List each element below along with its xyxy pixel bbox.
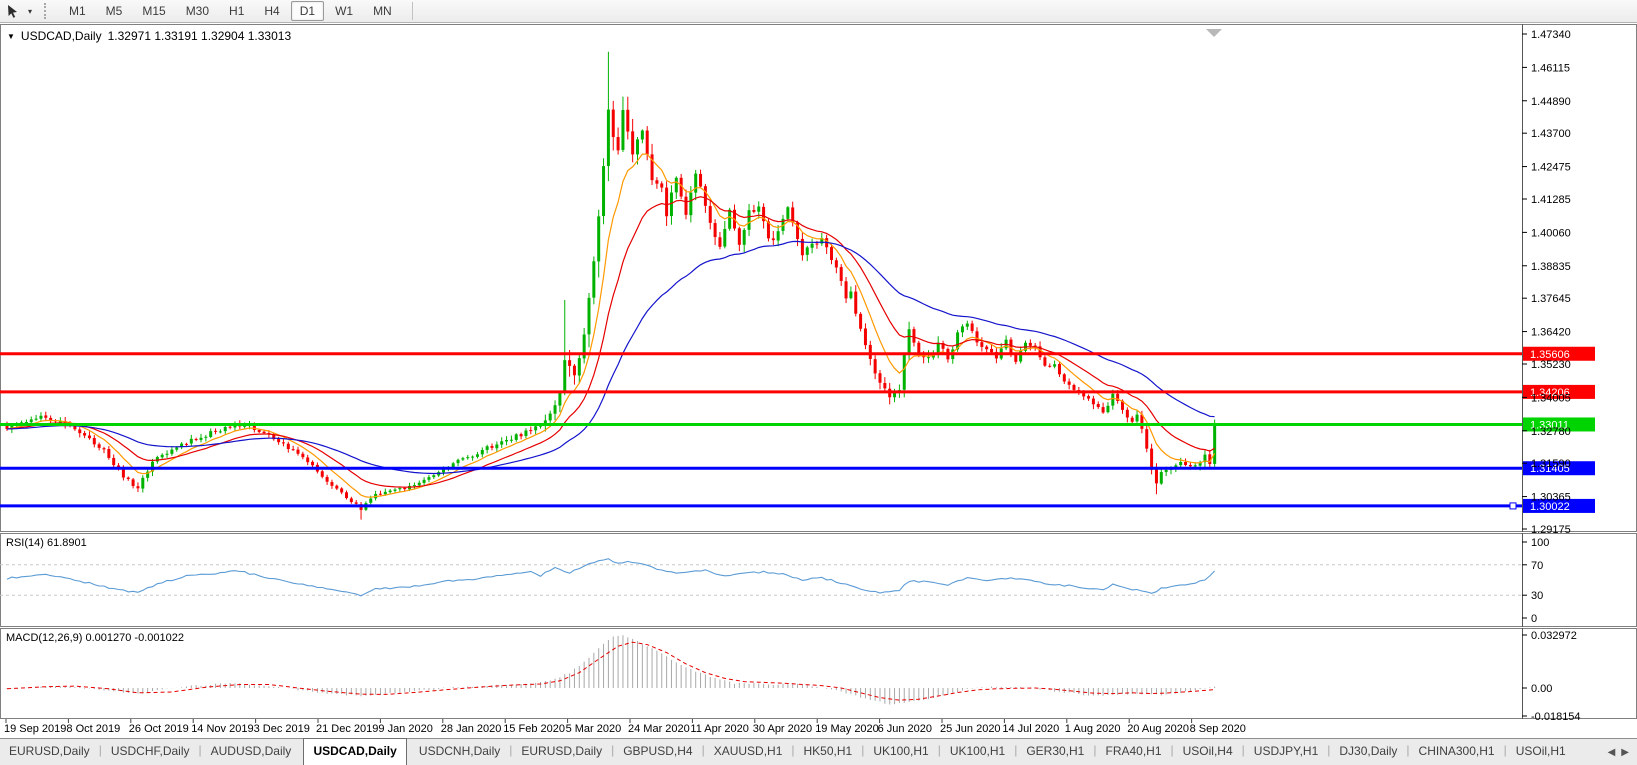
svg-text:1.29175: 1.29175	[1531, 524, 1571, 536]
tab-USOil-H1[interactable]: USOil,H1	[1507, 739, 1575, 765]
timeframe-button-M30[interactable]: M30	[177, 1, 218, 21]
date-label: 24 Mar 2020	[628, 723, 690, 735]
tab-USDCNH-Daily[interactable]: USDCNH,Daily	[410, 739, 509, 765]
chart-tab-bar: EURUSD,Daily|USDCHF,Daily|AUDUSD,Daily|U…	[0, 738, 1637, 765]
tabs-scroll-left-icon[interactable]: ◀	[1608, 747, 1616, 758]
date-label: 25 Jun 2020	[940, 723, 1001, 735]
svg-text:1.34005: 1.34005	[1531, 392, 1571, 404]
chart-symbol-label: USDCAD,Daily	[21, 29, 102, 43]
tab-USOil-H4[interactable]: USOil,H4	[1174, 739, 1242, 765]
date-label: 3 Dec 2019	[254, 723, 310, 735]
tab-UK100-H1[interactable]: UK100,H1	[864, 739, 937, 765]
chart-ohlc-values: 1.32971 1.33191 1.32904 1.33013	[108, 29, 292, 43]
svg-text:1.32780: 1.32780	[1531, 426, 1571, 438]
tab-HK50-H1[interactable]: HK50,H1	[795, 739, 862, 765]
toolbar-separator	[412, 2, 413, 20]
date-label: 6 Jun 2020	[878, 723, 932, 735]
date-label: 1 Aug 2020	[1065, 723, 1121, 735]
svg-text:-0.018154: -0.018154	[1531, 711, 1581, 723]
tabs-scroll-right-icon[interactable]: ▶	[1621, 747, 1629, 758]
tab-CHINA300-H1[interactable]: CHINA300,H1	[1410, 739, 1504, 765]
date-label: 28 Jan 2020	[441, 723, 502, 735]
date-label: 19 May 2020	[815, 723, 879, 735]
svg-text:30: 30	[1531, 590, 1543, 602]
svg-text:1.30365: 1.30365	[1531, 492, 1571, 504]
date-label: 26 Oct 2019	[129, 723, 189, 735]
pointer-tool-dropdown-icon[interactable]: ▾	[24, 7, 36, 16]
pointer-tool-icon[interactable]	[4, 2, 22, 20]
tab-DJ30-Daily[interactable]: DJ30,Daily	[1330, 739, 1406, 765]
svg-text:1.42475: 1.42475	[1531, 162, 1571, 174]
svg-text:0: 0	[1531, 613, 1537, 625]
date-label: 15 Feb 2020	[503, 723, 565, 735]
tab-USDCAD-Daily[interactable]: USDCAD,Daily	[303, 738, 406, 765]
svg-text:0.00: 0.00	[1531, 683, 1552, 695]
date-label: 11 Apr 2020	[690, 723, 749, 735]
svg-text:1.47340: 1.47340	[1531, 29, 1571, 41]
date-axis: 19 Sep 20198 Oct 2019 26 Oct 201914 Nov 2…	[4, 719, 1246, 735]
tab-USDCHF-Daily[interactable]: USDCHF,Daily	[102, 739, 199, 765]
chart-collapse-icon[interactable]: ▼	[7, 32, 15, 41]
svg-text:1.41285: 1.41285	[1531, 194, 1571, 206]
rsi-indicator-label: RSI(14) 61.8901	[6, 537, 87, 549]
date-label: 21 Dec 2019	[316, 723, 378, 735]
tab-AUDUSD-Daily[interactable]: AUDUSD,Daily	[202, 739, 301, 765]
tab-UK100-H1[interactable]: UK100,H1	[941, 739, 1014, 765]
timeframe-button-H4[interactable]: H4	[255, 1, 288, 21]
tab-GER30-H1[interactable]: GER30,H1	[1017, 739, 1093, 765]
date-label: 8 Sep 2020	[1190, 723, 1246, 735]
svg-text:0.032972: 0.032972	[1531, 630, 1577, 642]
date-label: 19 Sep 2019	[4, 723, 66, 735]
date-label: 20 Aug 2020	[1127, 723, 1189, 735]
tab-EURUSD-Daily[interactable]: EURUSD,Daily	[512, 739, 611, 765]
timeframe-button-MN[interactable]: MN	[364, 1, 401, 21]
tab-USDJPY-H1[interactable]: USDJPY,H1	[1245, 739, 1327, 765]
hline-drag-handle[interactable]	[1510, 503, 1516, 509]
svg-text:1.43700: 1.43700	[1531, 128, 1571, 140]
timeframe-button-H1[interactable]: H1	[220, 1, 253, 21]
svg-text:1.38835: 1.38835	[1531, 261, 1571, 273]
timeframe-button-D1[interactable]: D1	[291, 1, 324, 21]
date-label: 30 Apr 2020	[753, 723, 812, 735]
timeframe-button-M1[interactable]: M1	[60, 1, 95, 21]
tab-FRA40-H1[interactable]: FRA40,H1	[1096, 739, 1170, 765]
chart-window: 1.356061.342061.330111.314051.300221.473…	[0, 0, 1637, 765]
date-label: 5 Mar 2020	[566, 723, 622, 735]
chart-title: ▼ USDCAD,Daily 1.32971 1.33191 1.32904 1…	[7, 29, 291, 43]
svg-text:1.46115: 1.46115	[1531, 62, 1570, 74]
toolbar-grip	[44, 3, 49, 19]
date-label: 14 Nov 2019	[191, 723, 253, 735]
svg-text:1.36420: 1.36420	[1531, 327, 1571, 339]
date-label: 8 Oct 2019	[66, 723, 120, 735]
timeframe-button-W1[interactable]: W1	[326, 1, 362, 21]
timeframe-button-M5[interactable]: M5	[97, 1, 132, 21]
date-label: 14 Jul 2020	[1002, 723, 1059, 735]
timeframe-button-M15[interactable]: M15	[133, 1, 174, 21]
timeframe-buttons-group: M1M5M15M30H1H4D1W1MN	[59, 1, 402, 21]
panel-frames	[1, 24, 1637, 719]
svg-text:1.35230: 1.35230	[1531, 359, 1571, 371]
timeframe-toolbar: ▾ M1M5M15M30H1H4D1W1MN	[0, 0, 1637, 23]
chart-canvas[interactable]: 1.356061.342061.330111.314051.300221.473…	[0, 0, 1637, 738]
svg-text:1.37645: 1.37645	[1531, 293, 1571, 305]
svg-text:1.44890: 1.44890	[1531, 96, 1571, 108]
svg-text:100: 100	[1531, 537, 1549, 549]
tab-GBPUSD-H4[interactable]: GBPUSD,H4	[614, 739, 701, 765]
macd-indicator-label: MACD(12,26,9) 0.001270 -0.001022	[6, 632, 184, 644]
svg-text:1.31590: 1.31590	[1531, 458, 1571, 470]
tab-XAUUSD-H1[interactable]: XAUUSD,H1	[705, 739, 792, 765]
tab-EURUSD-Daily[interactable]: EURUSD,Daily	[0, 739, 99, 765]
svg-text:1.40060: 1.40060	[1531, 227, 1571, 239]
date-label: 9 Jan 2020	[378, 723, 432, 735]
svg-text:70: 70	[1531, 560, 1543, 572]
